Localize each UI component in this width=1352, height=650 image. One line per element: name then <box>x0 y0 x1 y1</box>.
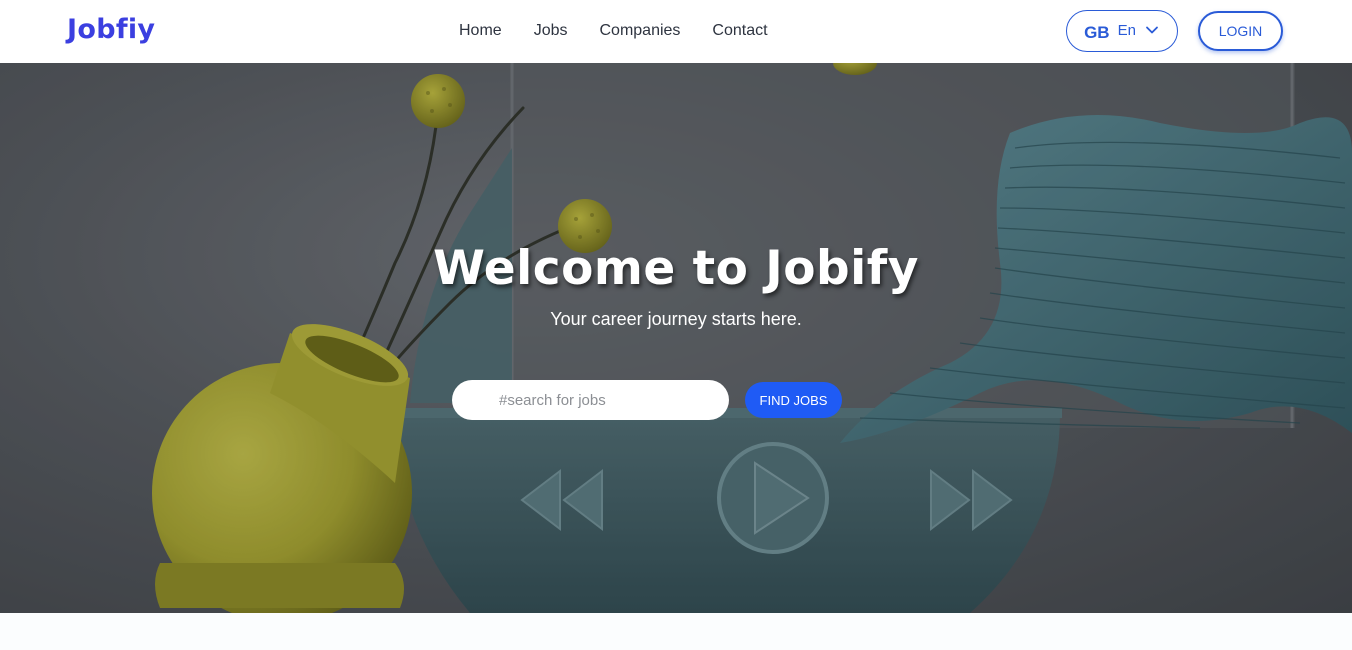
hero-title: Welcome to Jobify <box>433 241 919 296</box>
nav-companies-link[interactable]: Companies <box>599 22 680 40</box>
chevron-down-icon <box>1146 26 1158 34</box>
job-search-input[interactable] <box>452 380 729 420</box>
find-jobs-button[interactable]: FIND JOBS <box>745 382 842 418</box>
login-button[interactable]: LOGIN <box>1198 11 1283 51</box>
nav-jobs-link[interactable]: Jobs <box>534 22 568 40</box>
language-code: En <box>1117 21 1136 39</box>
language-selector[interactable]: GB En <box>1066 10 1178 52</box>
nav-home-link[interactable]: Home <box>459 22 502 40</box>
navbar: Jobfiy Home Jobs Companies Contact GB En… <box>0 0 1352 63</box>
logo[interactable]: Jobfiy <box>67 14 155 45</box>
hero-overlay <box>0 63 1352 613</box>
hero-banner: Welcome to Jobify Your career journey st… <box>0 63 1352 613</box>
nav-contact-link[interactable]: Contact <box>712 22 767 40</box>
main-nav: Home Jobs Companies Contact <box>459 22 768 40</box>
flag-icon: GB <box>1084 23 1110 42</box>
hero-subtitle: Your career journey starts here. <box>550 309 802 329</box>
